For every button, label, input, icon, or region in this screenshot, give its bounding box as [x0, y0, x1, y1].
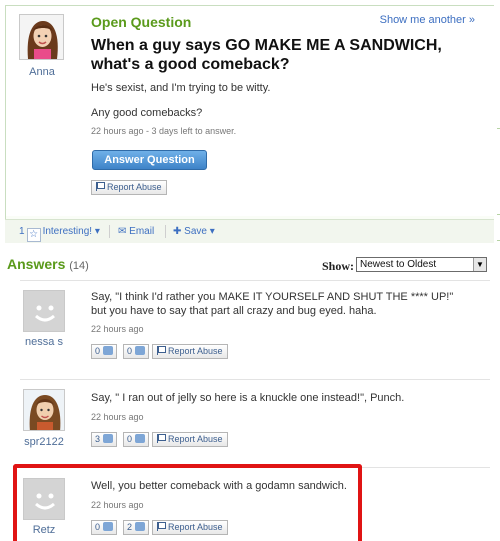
dropdown-arrow-icon[interactable]: ▼	[473, 258, 486, 271]
report-abuse-label: Report Abuse	[168, 434, 223, 444]
email-button[interactable]: ✉ Email	[118, 226, 154, 237]
thumbs-up-button[interactable]: 0	[91, 344, 118, 359]
question-toolbar: 1 ☆ Interesting! ▾ ✉ Email ✚ Save ▾	[5, 219, 495, 243]
question-additional: Any good comebacks?	[91, 107, 203, 119]
thumbs-down-button[interactable]: 0	[123, 344, 150, 359]
report-abuse-label: Report Abuse	[107, 182, 162, 192]
answer-username[interactable]: nessa s	[14, 336, 74, 348]
answer-divider	[20, 379, 490, 380]
question-status: Open Question	[91, 14, 192, 30]
chevron-down-icon: ▾	[209, 226, 215, 237]
page-edge	[494, 0, 500, 541]
interesting-count: 1	[19, 226, 25, 237]
flag-icon	[157, 434, 166, 443]
girl-avatar-icon	[24, 390, 64, 430]
question-time: 22 hours ago - 3 days left to answer.	[91, 126, 237, 136]
show-label: Show:	[322, 259, 355, 273]
thumbs-up-count: 0	[95, 346, 101, 356]
flag-icon	[157, 346, 166, 355]
answer-report-abuse-button[interactable]: Report Abuse	[152, 344, 228, 359]
save-label: Save	[184, 226, 207, 237]
email-label: Email	[129, 226, 155, 237]
report-abuse-button[interactable]: Report Abuse	[91, 180, 167, 195]
show-another-link[interactable]: Show me another »	[380, 14, 475, 26]
answer-text: Say, "I think I'd rather you MAKE IT YOU…	[91, 291, 454, 317]
question-body: He's sexist, and I'm trying to be witty.	[91, 82, 271, 94]
save-button[interactable]: ✚ Save ▾	[173, 226, 215, 237]
answer-report-abuse-button[interactable]: Report Abuse	[152, 432, 228, 447]
interesting-label: Interesting!	[42, 226, 93, 237]
girl-avatar-icon	[20, 15, 63, 59]
envelope-icon: ✉	[118, 226, 127, 237]
sort-selected-value: Newest to Oldest	[360, 259, 437, 270]
answer-avatar[interactable]	[23, 290, 65, 332]
thumbs-down-icon	[135, 434, 146, 443]
thumbs-up-button[interactable]: 3	[91, 432, 118, 447]
asker-name[interactable]: Anna	[12, 66, 72, 78]
thumbs-down-icon	[135, 346, 146, 355]
highlight-box	[13, 464, 362, 541]
toolbar-divider	[109, 225, 110, 238]
thumbs-up-icon	[103, 346, 114, 355]
interesting-button[interactable]: 1 ☆ Interesting! ▾	[19, 226, 100, 242]
plus-icon: ✚	[173, 226, 182, 237]
thumbs-down-count: 0	[127, 434, 133, 444]
answers-heading: Answers (14)	[7, 256, 89, 272]
answer-time: 22 hours ago	[91, 412, 144, 422]
sort-select[interactable]: Newest to Oldest ▼	[356, 257, 487, 272]
answer-divider	[20, 280, 490, 281]
answers-title: Answers	[7, 256, 66, 272]
default-user-icon	[24, 291, 64, 331]
chevron-down-icon: ▾	[94, 226, 100, 237]
toolbar-divider	[165, 225, 166, 238]
answers-count: (14)	[69, 260, 89, 272]
thumbs-down-button[interactable]: 0	[123, 432, 150, 447]
answer-avatar[interactable]	[23, 389, 65, 431]
star-icon: ☆	[26, 228, 41, 242]
thumbs-up-icon	[103, 434, 114, 443]
answer-question-button[interactable]: Answer Question	[92, 150, 207, 170]
asker-avatar[interactable]	[19, 14, 64, 60]
report-abuse-label: Report Abuse	[168, 346, 223, 356]
answer-time: 22 hours ago	[91, 324, 144, 334]
thumbs-down-count: 0	[127, 346, 133, 356]
answer-username[interactable]: spr2122	[14, 436, 74, 448]
answer-text: Say, " I ran out of jelly so here is a k…	[91, 392, 405, 404]
flag-icon	[96, 182, 105, 191]
question-title: When a guy says GO MAKE ME A SANDWICH, w…	[91, 37, 442, 73]
thumbs-up-count: 3	[95, 434, 101, 444]
